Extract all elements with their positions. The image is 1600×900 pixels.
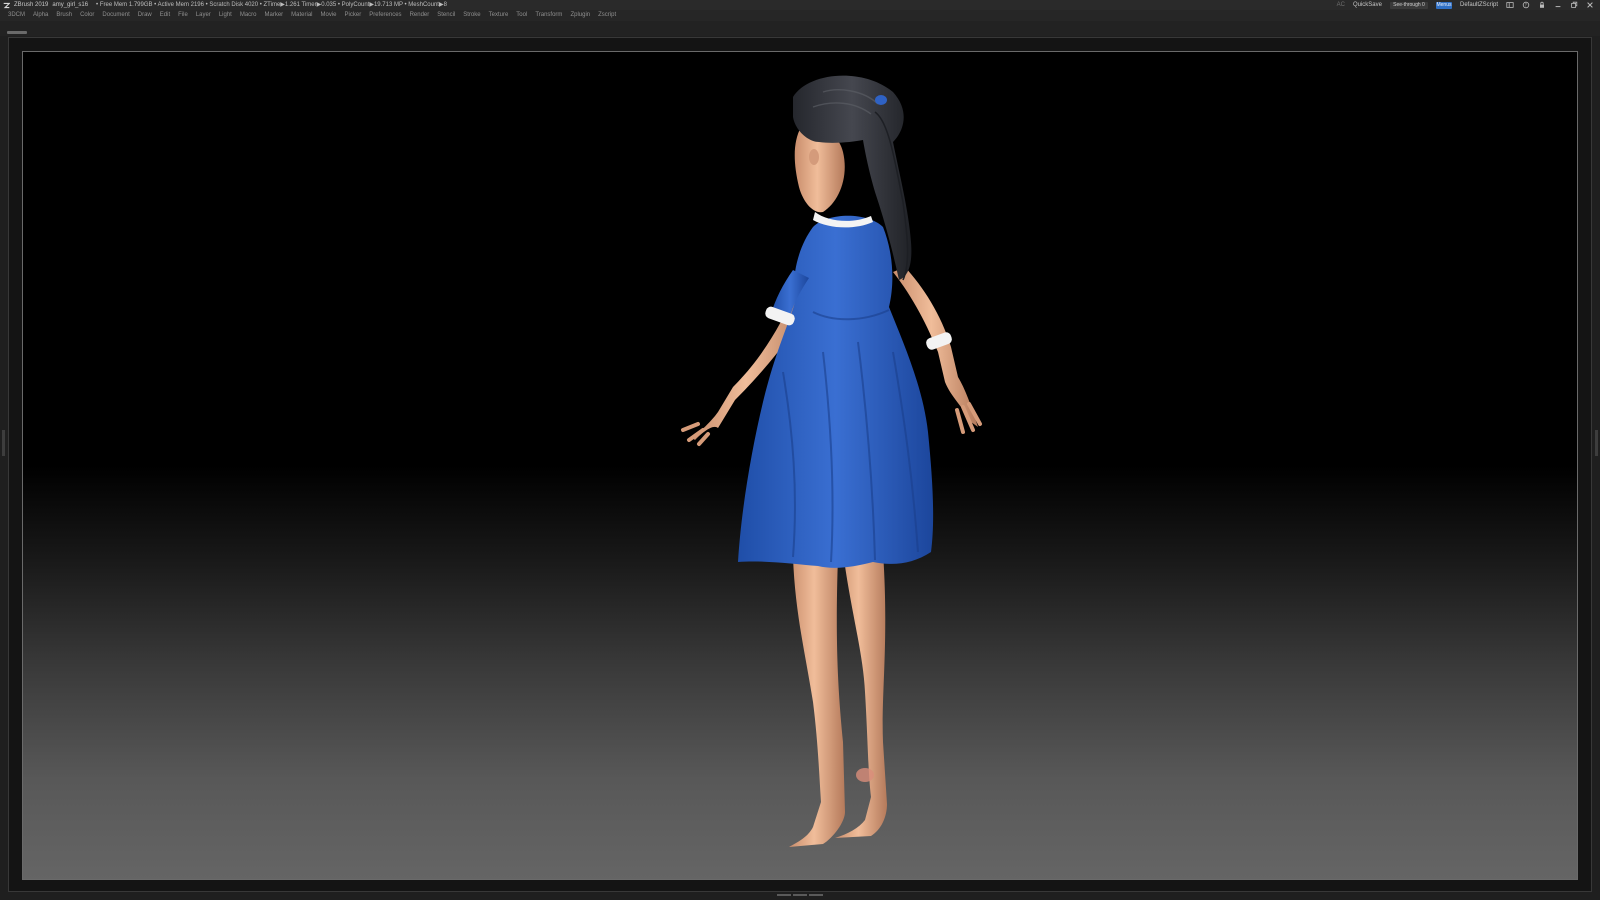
menu-light[interactable]: Light [219, 10, 232, 21]
left-tray-toggle[interactable] [2, 430, 5, 456]
menu-brush[interactable]: Brush [56, 10, 72, 21]
ac-toggle[interactable]: AC [1337, 0, 1345, 10]
menu-zplugin[interactable]: Zplugin [570, 10, 590, 21]
menu-material[interactable]: Material [291, 10, 312, 21]
app-name: ZBrush 2019 [14, 2, 49, 8]
menu-alpha[interactable]: Alpha [33, 10, 48, 21]
file-name: amy_girl_s16 [52, 2, 89, 8]
svg-text:?: ? [1525, 3, 1527, 8]
see-through-slider[interactable]: See-through 0 [1389, 1, 1428, 9]
menu-marker[interactable]: Marker [265, 10, 284, 21]
menu-stroke[interactable]: Stroke [463, 10, 480, 21]
grip-bar [793, 894, 807, 896]
right-tray-toggle[interactable] [1595, 430, 1598, 456]
menu-edit[interactable]: Edit [160, 10, 170, 21]
title-bar: ZBrush 2019 amy_girl_s16 • Free Mem 1.79… [0, 0, 1600, 10]
menu-document[interactable]: Document [102, 10, 129, 21]
menu-tool[interactable]: Tool [516, 10, 527, 21]
character-model[interactable] [23, 52, 1578, 880]
menu-stencil[interactable]: Stencil [437, 10, 455, 21]
menu-zscript[interactable]: Zscript [598, 10, 616, 21]
menu-texture[interactable]: Texture [489, 10, 509, 21]
bottom-tray-toggle[interactable] [775, 894, 825, 897]
minimize-icon[interactable] [1554, 1, 1562, 9]
shelf-bar [0, 21, 1600, 36]
close-icon[interactable] [1586, 1, 1594, 9]
lock-icon[interactable] [1538, 1, 1546, 9]
menu-bar: 3DCM Alpha Brush Color Document Draw Edit File L… [0, 10, 1600, 21]
menu-color[interactable]: Color [80, 10, 94, 21]
menu-movie[interactable]: Movie [321, 10, 337, 21]
menus-button[interactable]: Menus [1435, 1, 1452, 9]
shelf-handle[interactable] [7, 31, 27, 34]
menu-render[interactable]: Render [410, 10, 430, 21]
grip-bar [777, 894, 791, 896]
menu-preferences[interactable]: Preferences [369, 10, 401, 21]
see-through-label: See-through 0 [1393, 1, 1425, 8]
menu-layer[interactable]: Layer [196, 10, 211, 21]
menu-transform[interactable]: Transform [535, 10, 562, 21]
restore-icon[interactable] [1570, 1, 1578, 9]
menu-picker[interactable]: Picker [345, 10, 362, 21]
menu-macro[interactable]: Macro [240, 10, 257, 21]
quicksave-button[interactable]: QuickSave [1353, 0, 1382, 10]
grip-bar [809, 894, 823, 896]
legs [789, 552, 887, 847]
menu-draw[interactable]: Draw [138, 10, 152, 21]
menu-3dcm[interactable]: 3DCM [8, 10, 25, 21]
zbrush-logo-icon [3, 2, 10, 8]
memory-stats: • Free Mem 1.799GB • Active Mem 2196 • S… [96, 2, 447, 8]
title-left: ZBrush 2019 amy_girl_s16 • Free Mem 1.79… [3, 0, 447, 10]
help-icon[interactable]: ? [1522, 1, 1530, 9]
menu-file[interactable]: File [178, 10, 188, 21]
document-viewport[interactable] [22, 51, 1578, 880]
default-zscript-button[interactable]: DefaultZScript [1460, 0, 1498, 10]
layout-icon[interactable] [1506, 1, 1514, 9]
title-right: AC QuickSave See-through 0 Menus Default… [1337, 0, 1594, 10]
